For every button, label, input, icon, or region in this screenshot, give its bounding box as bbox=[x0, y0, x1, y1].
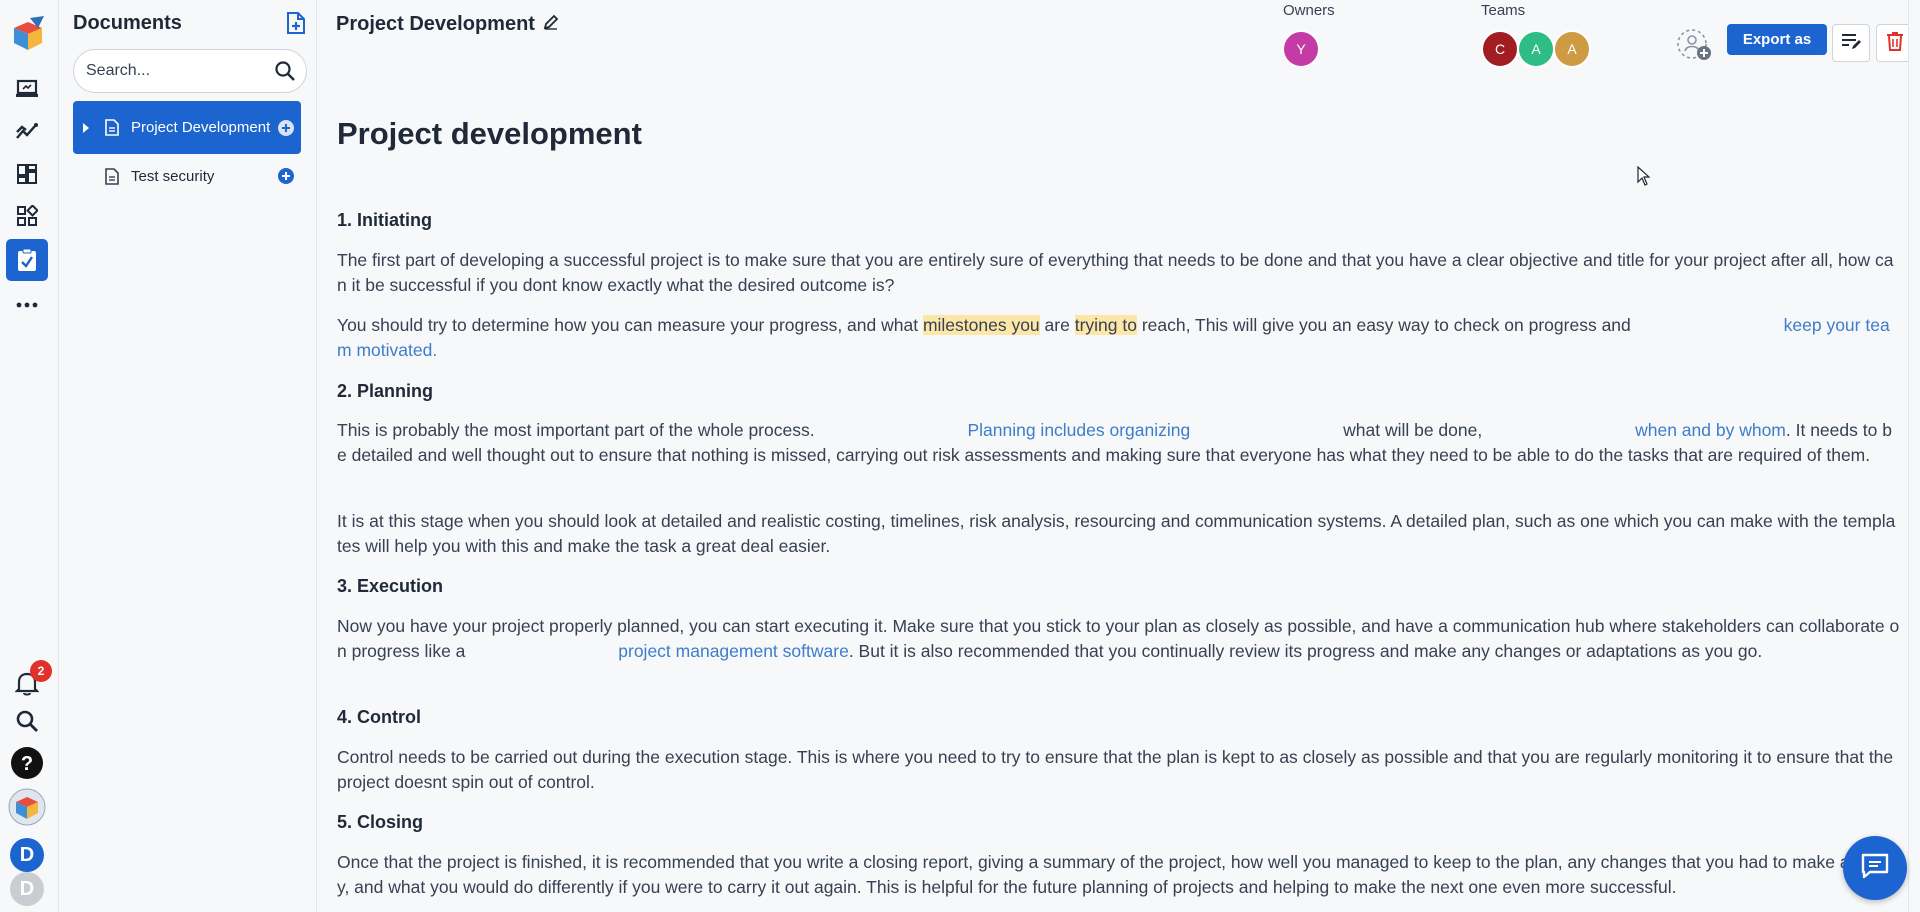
dashboard-icon[interactable] bbox=[8, 155, 46, 193]
tree-item-label: Test security bbox=[131, 167, 215, 185]
link[interactable]: project management software bbox=[618, 641, 849, 661]
paragraph: Now you have your project properly plann… bbox=[337, 616, 1900, 661]
paragraph: You should try to determine how you can … bbox=[337, 315, 1890, 360]
chat-icon bbox=[1860, 852, 1890, 885]
sidebar-title: Documents bbox=[73, 12, 182, 34]
paragraph: Once that the project is finished, it is… bbox=[337, 852, 1897, 897]
left-rail: 2 ? D D bbox=[0, 0, 59, 912]
caret-right-icon[interactable] bbox=[73, 122, 99, 134]
app-root: 2 ? D D Documents Search... Project Deve… bbox=[0, 0, 1920, 912]
more-icon[interactable] bbox=[8, 286, 46, 324]
notification-badge: 2 bbox=[30, 660, 52, 682]
svg-text:?: ? bbox=[21, 753, 33, 775]
search-input[interactable] bbox=[86, 60, 266, 82]
new-document-icon[interactable] bbox=[285, 11, 309, 37]
tree-item-project-development[interactable]: Project Development bbox=[73, 101, 301, 154]
paragraph: The first part of developing a successfu… bbox=[337, 250, 1894, 295]
link[interactable]: Planning includes organizing bbox=[967, 420, 1190, 440]
section-title: 1. Initiating bbox=[337, 210, 433, 230]
widgets-icon[interactable] bbox=[8, 197, 46, 235]
mouse-cursor-icon bbox=[1637, 165, 1651, 191]
user-avatar[interactable]: D bbox=[10, 838, 44, 872]
document-icon bbox=[99, 167, 125, 185]
paragraph: Control needs to be carried out during t… bbox=[337, 747, 1894, 792]
clipboard-icon[interactable] bbox=[6, 239, 48, 281]
search-icon[interactable] bbox=[8, 702, 46, 740]
scrollbar[interactable] bbox=[1908, 0, 1920, 912]
help-icon[interactable]: ? bbox=[8, 744, 46, 782]
plus-circle-icon[interactable] bbox=[271, 119, 301, 137]
highlight: trying to bbox=[1074, 315, 1137, 335]
laptop-icon[interactable] bbox=[8, 70, 46, 108]
paragraph: It is at this stage when you should look… bbox=[337, 511, 1896, 556]
document-icon bbox=[99, 119, 125, 136]
search-box bbox=[73, 49, 307, 93]
user-avatar-secondary[interactable]: D bbox=[10, 872, 44, 906]
section-title: 4. Control bbox=[337, 707, 421, 727]
chat-button[interactable] bbox=[1843, 836, 1907, 900]
highlight: milestones you bbox=[922, 315, 1040, 335]
section-title: 5. Closing bbox=[337, 812, 424, 832]
search-icon[interactable] bbox=[274, 60, 296, 87]
document-heading: Project development bbox=[337, 116, 642, 151]
tree-item-label: Project Development bbox=[131, 119, 271, 136]
document-body[interactable]: Project development 1. Initiating The fi… bbox=[337, 0, 1900, 912]
tree-item-test-security[interactable]: Test security bbox=[73, 163, 301, 189]
app-logo-icon[interactable] bbox=[6, 12, 50, 56]
link[interactable]: when and by whom bbox=[1635, 420, 1786, 440]
section-title: 3. Execution bbox=[337, 576, 444, 596]
paragraph: This is probably the most important part… bbox=[337, 420, 1892, 465]
plus-circle-icon[interactable] bbox=[271, 167, 301, 185]
documents-sidebar: Documents Project Development bbox=[59, 0, 317, 912]
trend-icon[interactable] bbox=[8, 112, 46, 150]
workspace-logo-icon[interactable] bbox=[8, 788, 46, 826]
section-title: 2. Planning bbox=[337, 381, 434, 401]
